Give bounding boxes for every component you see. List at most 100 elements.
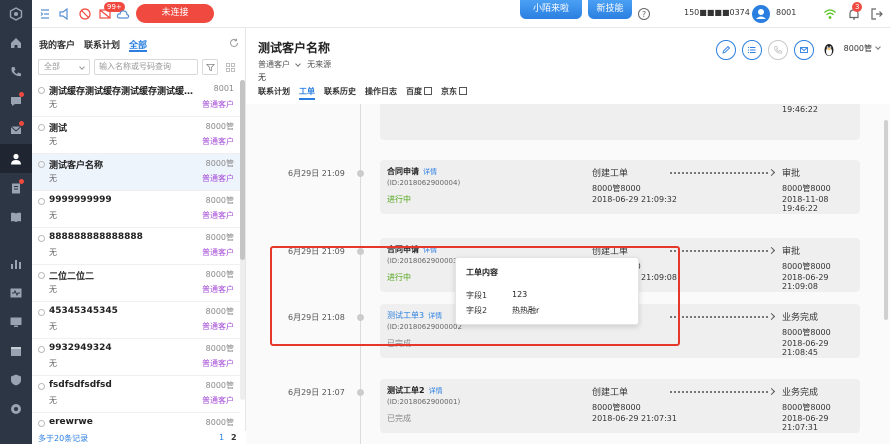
pencil-icon (722, 45, 731, 54)
tab-work-orders[interactable]: 工单 (299, 86, 315, 100)
detail-link[interactable]: 详情 (429, 387, 443, 395)
tab-operation-log[interactable]: 操作日志 (365, 86, 397, 100)
logo-icon (9, 7, 23, 21)
call-button[interactable] (768, 40, 788, 60)
select-radio[interactable] (38, 383, 45, 390)
rail-home[interactable] (0, 28, 32, 57)
rail-security[interactable] (0, 365, 32, 394)
advanced-filter-button[interactable] (202, 59, 218, 75)
work-order-status: 进行中 (387, 195, 411, 204)
settings-icon (11, 403, 21, 414)
help-icon[interactable]: ? (637, 7, 651, 21)
select-radio[interactable] (38, 420, 45, 427)
step-connector (670, 316, 768, 318)
step-user: 8000管8000 (782, 328, 831, 337)
rail-orders[interactable] (0, 173, 32, 202)
tab-all[interactable]: 全部 (129, 38, 148, 52)
speaker-icon[interactable] (58, 7, 72, 21)
rail-screen[interactable] (0, 307, 32, 336)
customer-source: 无来源 (307, 60, 332, 69)
step-create: 创建工单 8000管8000 2018-06-29 21:09:32 (592, 166, 677, 204)
list-item[interactable]: fsdfsdfsdfsd 无 8000管 普通客户 (32, 376, 240, 413)
connect-status-button[interactable]: 未连接 (136, 4, 214, 23)
incoming-pill[interactable]: 小陌来啦 (520, 0, 582, 19)
select-radio[interactable] (38, 272, 45, 279)
list-item[interactable]: 测试无 8000管 普通客户 (32, 117, 240, 154)
step-user: 8000管8000 (782, 184, 831, 193)
customer-subtitle: 无 (49, 137, 57, 146)
rail-monitor[interactable] (0, 278, 32, 307)
new-skill-pill[interactable]: 新技能 (588, 0, 632, 19)
detail-scrollbar[interactable] (884, 120, 888, 320)
agent-dropdown[interactable]: 8000管 (844, 43, 881, 54)
list-item[interactable]: 45345345345 无 8000管 普通客户 (32, 302, 240, 339)
list-item[interactable]: 9932949324 无 8000管 普通客户 (32, 339, 240, 376)
list-scrollbar-thumb[interactable] (240, 80, 245, 260)
phone-icon (11, 66, 21, 76)
work-order-title[interactable]: 合同申请 (387, 167, 419, 176)
list-item[interactable]: 888888888888888 无 8000管 普通客户 (32, 228, 240, 265)
external-link-icon (424, 87, 432, 95)
page-1-link[interactable]: 1 (219, 433, 224, 442)
email-button[interactable] (794, 40, 814, 60)
rail-calendar[interactable] (0, 336, 32, 365)
edit-button[interactable] (716, 40, 736, 60)
step-name: 业务完成 (782, 313, 819, 323)
customer-owner: 8000管 (205, 270, 234, 279)
tab-contact-history[interactable]: 联系历史 (324, 86, 356, 100)
list-item[interactable]: 二位二位二无 8000管 普通客户 (32, 265, 240, 302)
rail-logo[interactable] (0, 0, 32, 28)
customer-subtitle: 无 (49, 174, 57, 183)
tab-my-customers[interactable]: 我的客户 (39, 38, 75, 52)
rail-mail[interactable] (0, 115, 32, 144)
step-next: 业务完成 8000管8000 2018-06-29 21:07:31 (782, 385, 860, 432)
customer-type: 普通客户 (202, 248, 234, 257)
do-not-disturb-icon[interactable] (78, 7, 92, 21)
phone-number: 150■■■■0374 (684, 8, 750, 17)
tab-jd[interactable]: 京东 (441, 86, 467, 100)
list-item[interactable]: 测试缓存测试缓存测试缓存测试缓存测... 无 8001 普通客户 (32, 80, 240, 117)
select-radio[interactable] (38, 235, 45, 242)
more-records-link[interactable]: 多于20条记录 (38, 433, 88, 444)
exit-icon[interactable] (870, 7, 884, 21)
work-order-title[interactable]: 测试工单2 (387, 386, 425, 395)
refresh-icon[interactable] (229, 38, 239, 48)
list-button[interactable] (742, 40, 762, 60)
detail-link[interactable]: 详情 (423, 168, 437, 176)
rail-knowledge[interactable] (0, 202, 32, 231)
filter-row: 全部 输入名称或号码查询 (38, 59, 238, 75)
cloud-icon[interactable] (116, 7, 130, 21)
list-item[interactable]: 9999999999 无 8000管 普通客户 (32, 191, 240, 228)
category-dropdown-icon[interactable] (294, 61, 301, 67)
select-radio[interactable] (38, 87, 45, 94)
rail-chat[interactable] (0, 86, 32, 115)
tab-contact-plan[interactable]: 联系计划 (84, 38, 120, 52)
tab-baidu[interactable]: 百度 (406, 86, 432, 100)
customer-filter-select[interactable]: 全部 (38, 59, 90, 75)
agent-id: 8001 (776, 8, 797, 17)
select-radio[interactable] (38, 161, 45, 168)
select-radio[interactable] (38, 346, 45, 353)
page-2-link[interactable]: 2 (231, 433, 237, 442)
select-radio[interactable] (38, 309, 45, 316)
customer-category[interactable]: 普通客户 (258, 60, 290, 69)
rail-customers[interactable] (0, 144, 32, 173)
customer-subtitle: 无 (49, 100, 57, 109)
select-radio[interactable] (38, 124, 45, 131)
rail-reports[interactable] (0, 249, 32, 278)
rail-settings[interactable] (0, 394, 32, 423)
list-scrollbar[interactable] (240, 80, 245, 400)
customer-name: 测试客户名称 (49, 161, 104, 171)
top-bar: 99+ 未连接 小陌来啦 新技能 ? 150■■■■0374 8001 3 (32, 0, 890, 28)
step-connector (670, 391, 768, 393)
collapse-menu-icon[interactable] (38, 7, 52, 21)
list-item[interactable]: 测试客户名称无 8000管 普通客户 (32, 154, 240, 191)
tab-contact-plan[interactable]: 联系计划 (258, 86, 290, 100)
step-arrow-icon (767, 168, 776, 177)
customer-name: erewrwe (49, 417, 93, 427)
rail-phone[interactable] (0, 57, 32, 86)
grid-view-button[interactable] (222, 59, 238, 75)
agent-avatar-icon[interactable] (752, 5, 770, 23)
customer-search-input[interactable]: 输入名称或号码查询 (94, 59, 198, 75)
select-radio[interactable] (38, 198, 45, 205)
